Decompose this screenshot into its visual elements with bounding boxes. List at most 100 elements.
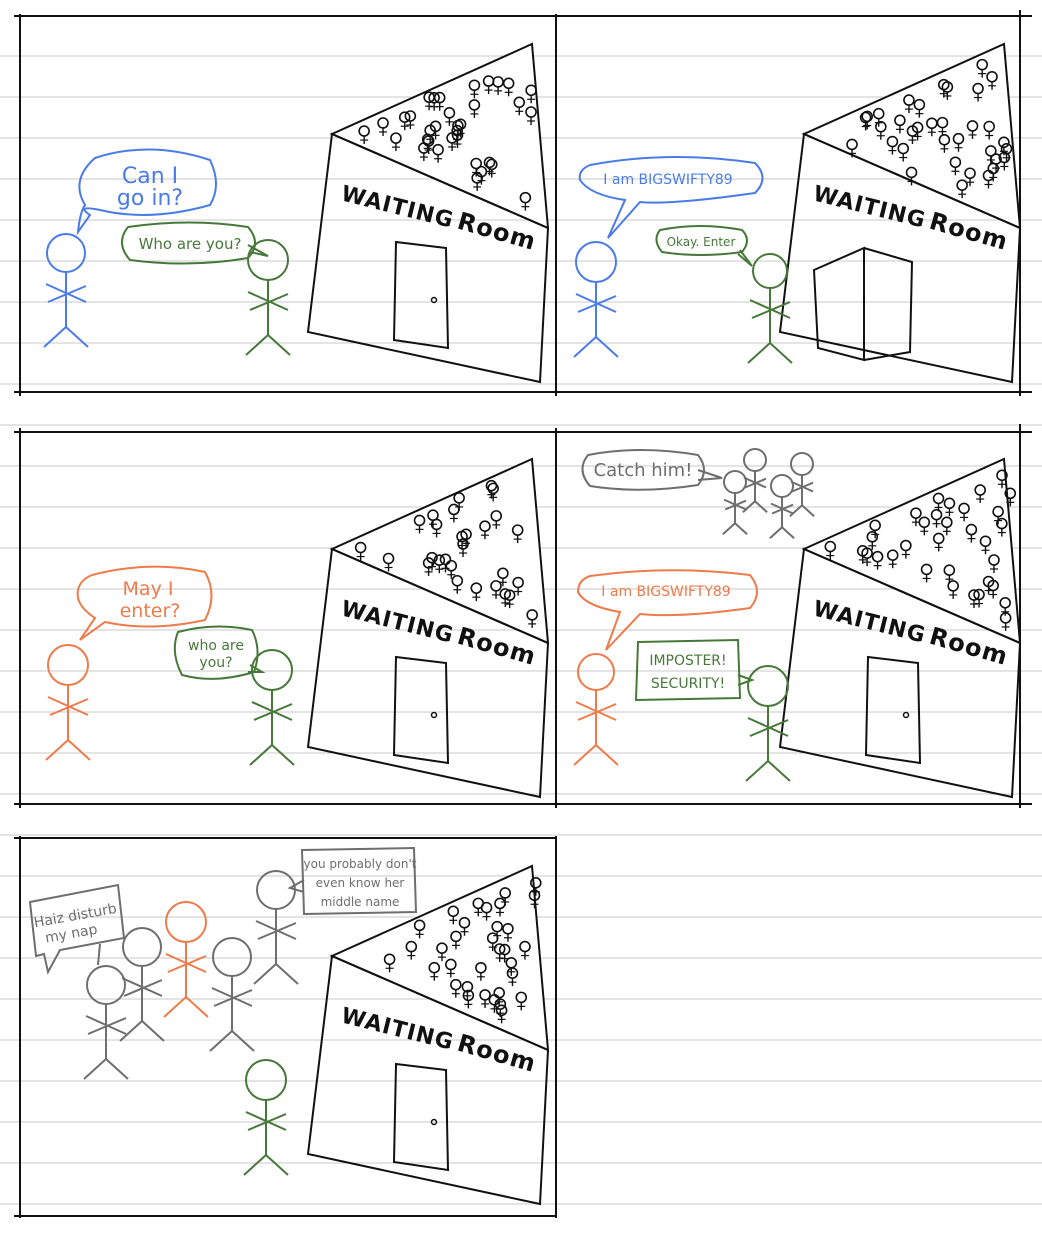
head — [747, 665, 789, 707]
blue-stick-figure — [43, 233, 89, 348]
door-knob — [430, 711, 438, 719]
orange-stick-figure — [163, 901, 209, 1018]
blue-stick-figure — [573, 241, 619, 358]
head — [212, 937, 252, 977]
leg-right — [781, 526, 795, 539]
door-knob — [430, 296, 438, 304]
leg-right — [231, 1030, 255, 1052]
leg-left — [45, 739, 69, 761]
green-stick-figure — [249, 649, 295, 766]
panel-3: WAITINGRoom May I enter? who are you? — [45, 457, 550, 799]
gray-stick-figure-3 — [209, 937, 255, 1052]
blue-speech-text: I am BIGSWIFTY89 — [603, 172, 732, 188]
orange-stick-figure — [45, 644, 91, 761]
leg-left — [243, 1154, 267, 1176]
leg-right — [767, 760, 791, 782]
gray-speech-right-line-3: middle name — [321, 895, 400, 909]
waiting-room-building: WAITINGRoom — [778, 457, 1022, 799]
sign-word-1: WAITING — [339, 182, 457, 234]
leg-left — [245, 334, 269, 356]
gray-speech-text: Catch him! — [594, 460, 693, 481]
head — [743, 448, 767, 472]
green-sign-bubble: IMPOSTER! SECURITY! — [634, 638, 755, 702]
gray-stick-figure-1 — [722, 470, 748, 535]
leg-left — [43, 326, 67, 348]
sign-word-1: WAITING — [339, 597, 457, 649]
panel-5: WAITINGRoom Haiz disturb my nap you prob… — [28, 846, 550, 1206]
leg-right — [65, 326, 89, 348]
leg-left — [573, 336, 597, 358]
panel-1: WAITINGRoom Can I go in? Who are you? — [43, 42, 550, 384]
green-stick-figure — [245, 239, 291, 356]
green-stick-figure — [243, 1059, 289, 1176]
leg-right — [141, 1020, 165, 1042]
comic-page: WAITINGRoom Can I go in? Who are you? WA… — [0, 10, 1042, 1218]
leg-right — [185, 996, 209, 1018]
panel-2: WAITINGRoom I am BIGSWIFTY89 Okay. Enter — [573, 42, 1022, 384]
leg-right — [275, 963, 299, 985]
head — [770, 474, 794, 498]
door — [392, 1062, 450, 1172]
door — [864, 655, 922, 765]
head — [256, 870, 296, 910]
leg-right — [267, 334, 291, 356]
head — [86, 965, 126, 1005]
leg-left — [745, 760, 769, 782]
head — [790, 452, 814, 476]
head — [577, 653, 615, 691]
leg-right — [265, 1154, 289, 1176]
leg-left — [722, 522, 736, 535]
gray-stick-figure-1 — [83, 965, 129, 1080]
green-speech-bubble: Okay. Enter — [655, 225, 753, 267]
leg-right — [105, 1058, 129, 1080]
leg-left — [253, 963, 277, 985]
gray-stick-figure-2 — [119, 927, 165, 1042]
head — [723, 470, 747, 494]
leg-left — [119, 1020, 143, 1042]
leg-right — [734, 522, 748, 535]
leg-right — [595, 336, 619, 358]
green-speech-line-2: you? — [199, 655, 232, 671]
head — [122, 927, 162, 967]
leg-left — [163, 996, 187, 1018]
head — [575, 241, 617, 283]
door — [392, 240, 450, 350]
head — [247, 239, 289, 281]
leg-right — [595, 744, 619, 766]
green-stick-figure — [747, 253, 793, 364]
leg-left — [249, 744, 273, 766]
sign-word-1: WAITING — [811, 597, 929, 649]
leg-left — [573, 744, 597, 766]
gray-speech-right-line-1: you probably don't — [304, 857, 417, 871]
leg-right — [67, 739, 91, 761]
waiting-room-building: WAITINGRoom — [778, 42, 1022, 384]
green-speech-bubble: Who are you? — [121, 221, 269, 265]
green-speech-text: Okay. Enter — [667, 235, 736, 249]
blue-speech-bubble: I am BIGSWIFTY89 — [578, 155, 764, 239]
leg-left — [747, 342, 771, 364]
head — [46, 233, 86, 273]
panel-4: WAITINGRoom Catch him! I am BIGSWIFTY89 … — [573, 448, 1022, 799]
door — [392, 655, 450, 765]
orange-speech-bubble: I am BIGSWIFTY89 — [576, 569, 758, 651]
green-speech-text: Who are you? — [139, 235, 242, 253]
sign-word-1: WAITING — [811, 182, 929, 234]
leg-left — [769, 526, 783, 539]
door-knob — [902, 711, 910, 719]
gray-speech-bubble-right: you probably don't even know her middle … — [287, 846, 418, 916]
blue-speech-line-2: go in? — [117, 186, 183, 211]
sign-word-1: WAITING — [339, 1004, 457, 1056]
waiting-room-building: WAITINGRoom — [306, 42, 550, 384]
gray-speech-bubble-left: Haiz disturb my nap — [28, 883, 126, 975]
orange-speech-line-1: May I — [123, 578, 174, 600]
green-speech-line-1: who are — [188, 638, 244, 654]
leg-left — [83, 1058, 107, 1080]
head — [245, 1059, 287, 1101]
leg-left — [209, 1030, 233, 1052]
green-speech-line-1: IMPOSTER! — [649, 653, 726, 669]
gray-speech-bubble: Catch him! — [581, 449, 723, 491]
head — [165, 901, 207, 943]
orange-speech-text: I am BIGSWIFTY89 — [601, 584, 730, 600]
head — [752, 253, 788, 289]
leg-right — [769, 342, 793, 364]
